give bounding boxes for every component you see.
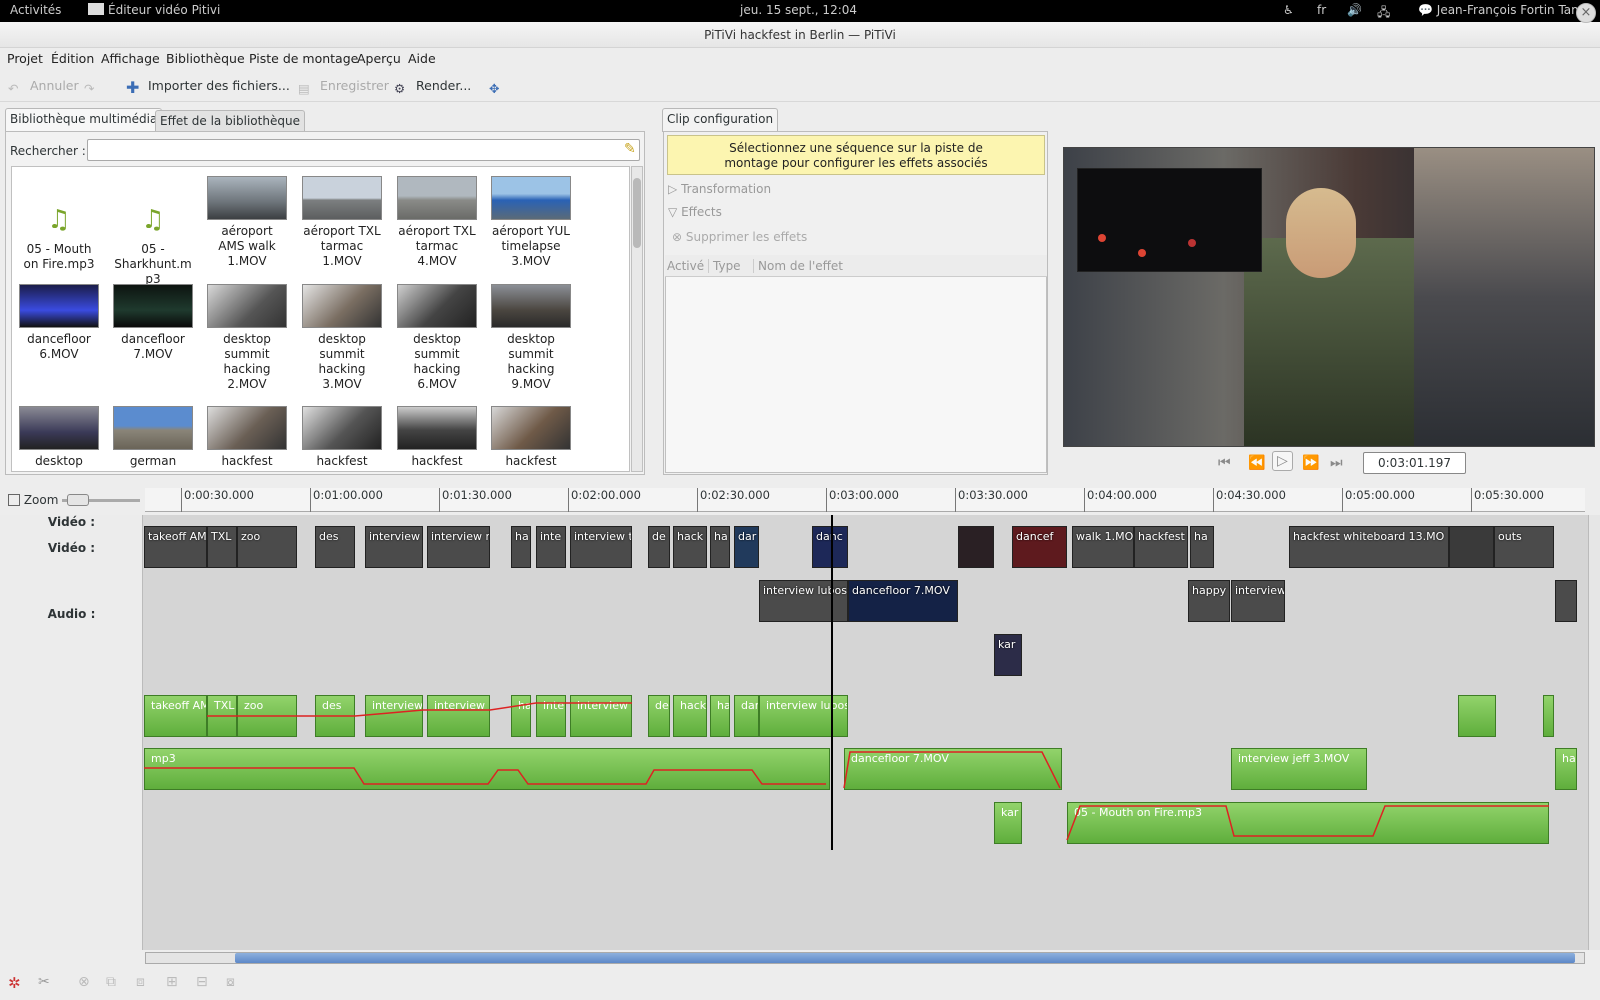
playhead[interactable] bbox=[831, 515, 833, 850]
volume-curve bbox=[1066, 805, 1549, 841]
split-icon[interactable]: ✂ bbox=[38, 974, 50, 990]
volume-curves bbox=[144, 702, 1549, 841]
align-icon[interactable]: ⧇ bbox=[226, 974, 235, 990]
group-icon[interactable]: ⊞ bbox=[166, 974, 178, 990]
magnet-icon[interactable]: ✲ bbox=[8, 974, 21, 992]
timeline-scrollbar-thumb[interactable] bbox=[235, 953, 1575, 963]
link-icon[interactable]: ⧈ bbox=[136, 974, 145, 990]
delete-icon[interactable]: ⊗ bbox=[78, 974, 90, 990]
timeline-toolbar: ✲ ✂ ⊗ ⧉ ⧈ ⊞ ⊟ ⧇ bbox=[0, 966, 1600, 1000]
volume-curve bbox=[144, 767, 826, 785]
timeline-vertical-scrollbar[interactable] bbox=[1588, 515, 1600, 950]
ungroup-icon[interactable]: ⊟ bbox=[196, 974, 208, 990]
unlink-icon[interactable]: ⧉ bbox=[106, 974, 116, 990]
volume-curve bbox=[843, 751, 1061, 789]
volume-curve bbox=[207, 702, 632, 717]
